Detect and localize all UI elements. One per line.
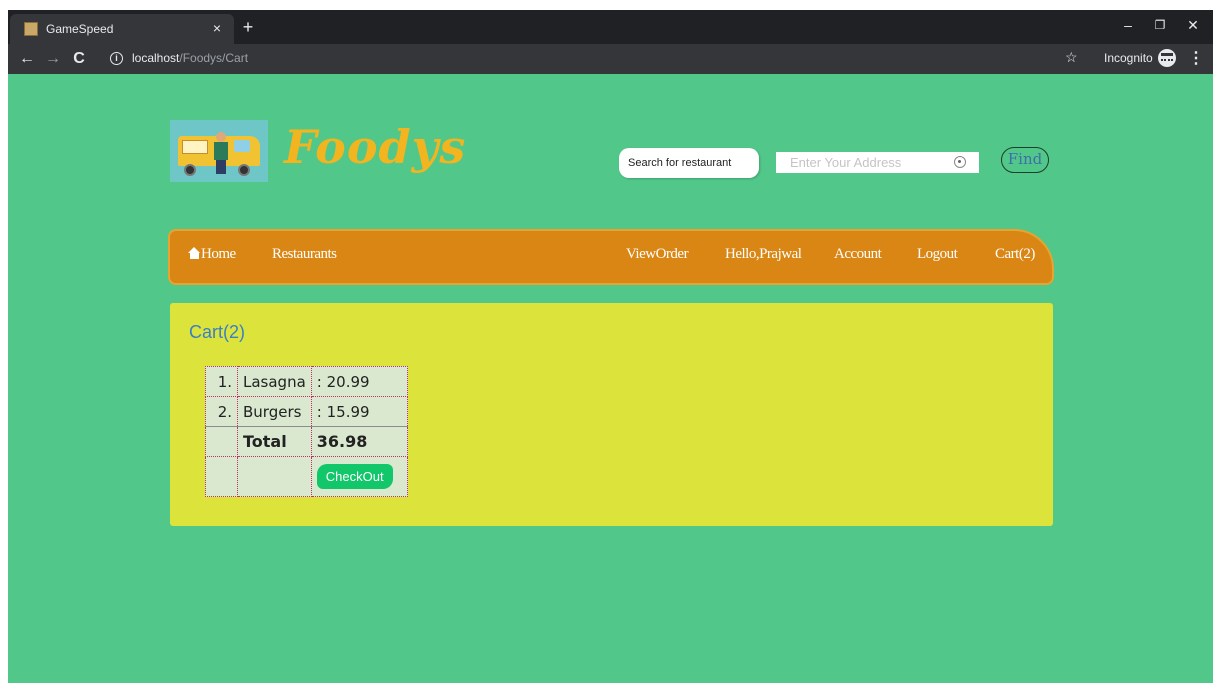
forward-arrow-icon[interactable]: →: [42, 48, 64, 70]
page-content: Foodys Find Home Restaurants ViewOrder H…: [8, 74, 1213, 683]
find-button[interactable]: Find: [1001, 147, 1049, 173]
checkout-row: CheckOut: [205, 456, 408, 497]
item-price: : 20.99: [310, 366, 408, 397]
browser-window: GameSpeed × + – ❐ ✕ ← → C i localhost/Fo…: [8, 10, 1213, 683]
nav-greeting[interactable]: Hello,Prajwal: [725, 246, 802, 263]
new-tab-button[interactable]: +: [236, 16, 260, 38]
table-row: 2. Burgers : 15.99: [205, 396, 408, 427]
empty-cell: [205, 456, 238, 497]
nav-home-label: Home: [201, 246, 236, 262]
truck-sign: [182, 140, 208, 154]
table-row: 1. Lasagna : 20.99: [205, 366, 408, 397]
nav-home[interactable]: Home: [188, 246, 236, 263]
total-label: Total: [237, 426, 312, 457]
checkout-button[interactable]: CheckOut: [316, 464, 393, 489]
url-host: localhost: [132, 51, 180, 65]
favicon-icon: [24, 22, 38, 36]
reload-icon[interactable]: C: [68, 48, 90, 70]
nav-account[interactable]: Account: [834, 246, 882, 263]
total-row: Total 36.98: [205, 426, 408, 457]
incognito-icon[interactable]: [1158, 49, 1176, 67]
logo-image: [170, 120, 268, 182]
cart-title: Cart(2): [189, 322, 246, 342]
tab-title: GameSpeed: [46, 22, 114, 36]
star-icon[interactable]: ☆: [1065, 49, 1078, 66]
item-name: Lasagna: [237, 366, 312, 397]
menu-icon[interactable]: ⋮: [1188, 48, 1204, 68]
item-name: Burgers: [237, 396, 312, 427]
url-path: /Foodys/Cart: [179, 51, 249, 65]
empty-cell: [205, 426, 238, 457]
restore-button[interactable]: ❐: [1145, 14, 1175, 36]
close-window-button[interactable]: ✕: [1178, 14, 1208, 36]
tab-strip: GameSpeed × + – ❐ ✕: [8, 10, 1213, 44]
delivery-man-icon: [214, 132, 228, 176]
empty-cell: [237, 456, 312, 497]
info-icon[interactable]: i: [110, 52, 123, 65]
checkout-cell: CheckOut: [310, 456, 408, 497]
locate-icon[interactable]: [954, 156, 966, 168]
wheel-icon: [184, 164, 196, 176]
cart-panel: Cart(2) 1. Lasagna : 20.99 2. Burgers : …: [170, 303, 1053, 526]
home-icon: [188, 247, 201, 259]
nav-cart[interactable]: Cart(2): [995, 246, 1035, 263]
minimize-button[interactable]: –: [1113, 14, 1143, 36]
wheel-icon: [238, 164, 250, 176]
browser-tab[interactable]: GameSpeed ×: [10, 14, 234, 44]
nav-view-order[interactable]: ViewOrder: [626, 246, 689, 263]
nav-logout[interactable]: Logout: [917, 246, 958, 263]
address-field[interactable]: [776, 152, 979, 173]
browser-toolbar: ← → C i localhost/Foodys/Cart ☆ Incognit…: [8, 44, 1213, 74]
item-number: 2.: [205, 396, 238, 427]
url-text[interactable]: localhost/Foodys/Cart: [132, 51, 248, 65]
address-input[interactable]: [776, 152, 946, 173]
main-navbar: Home Restaurants ViewOrder Hello,Prajwal…: [168, 229, 1054, 285]
back-arrow-icon[interactable]: ←: [16, 48, 38, 70]
total-value: 36.98: [310, 426, 408, 457]
incognito-label[interactable]: Incognito: [1104, 51, 1153, 65]
logo-text: Foodys: [284, 120, 467, 174]
item-number: 1.: [205, 366, 238, 397]
truck-window: [234, 140, 250, 152]
cart-table: 1. Lasagna : 20.99 2. Burgers : 15.99 To…: [205, 366, 408, 497]
item-price: : 15.99: [310, 396, 408, 427]
restaurant-search-input[interactable]: [619, 148, 759, 178]
address-bar[interactable]: i localhost/Foodys/Cart: [104, 47, 1104, 71]
tab-close-icon[interactable]: ×: [208, 19, 226, 37]
nav-restaurants[interactable]: Restaurants: [272, 246, 337, 263]
